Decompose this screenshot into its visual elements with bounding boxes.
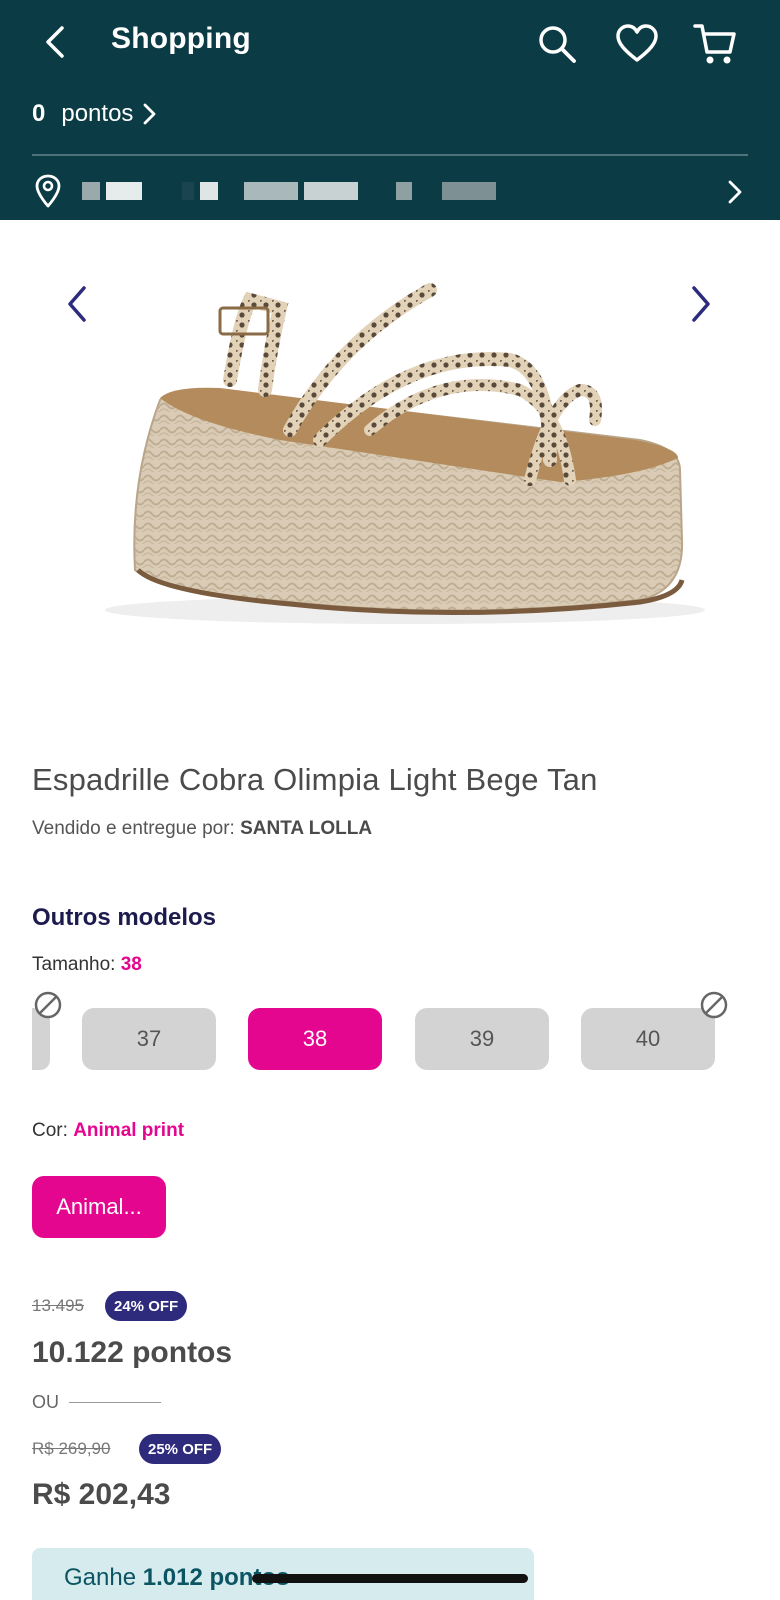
chevron-right-icon	[728, 180, 742, 204]
header-divider	[32, 154, 748, 156]
price-discount-badge: 25% OFF	[139, 1434, 222, 1464]
size-option-40[interactable]: 40	[581, 1008, 715, 1070]
color-label: Cor: Animal print	[32, 1120, 184, 1142]
or-line	[69, 1402, 161, 1403]
size-label-text: Tamanho:	[32, 954, 116, 975]
size-label: Tamanho: 38	[32, 954, 142, 976]
earn-prefix: Ganhe	[64, 1564, 137, 1591]
cart-icon[interactable]	[692, 20, 738, 68]
points-label: pontos	[61, 100, 134, 127]
old-points-price: 13.495	[32, 1296, 84, 1315]
sold-by-label: Vendido e entregue por:	[32, 818, 235, 839]
other-models-title: Outros modelos	[32, 904, 217, 931]
page-title: Shopping	[111, 22, 251, 55]
color-label-text: Cor:	[32, 1120, 68, 1141]
product-image	[105, 283, 705, 624]
chevron-right-icon	[144, 103, 156, 125]
home-indicator[interactable]	[252, 1574, 528, 1583]
size-selected-value: 38	[120, 954, 142, 975]
size-option-37[interactable]: 37	[82, 1008, 216, 1070]
location-address-redacted	[82, 182, 502, 200]
back-arrow-icon[interactable]	[34, 20, 78, 64]
old-cash-price: R$ 269,90	[32, 1439, 111, 1458]
size-option-39[interactable]: 39	[415, 1008, 549, 1070]
cash-price: R$ 202,43	[32, 1478, 171, 1511]
size-option-38[interactable]: 38	[248, 1008, 382, 1070]
product-title: Espadrille Cobra Olimpia Light Bege Tan	[32, 762, 598, 797]
product-image-carousel[interactable]	[0, 220, 780, 720]
points-price: 10.122 pontos	[32, 1336, 233, 1369]
points-value: 0	[32, 100, 46, 127]
size-options: 37 38 39 40	[0, 990, 780, 1080]
app-header: Shopping 0 pontos	[0, 0, 780, 220]
color-selected-value: Animal print	[73, 1120, 185, 1141]
or-label: OU	[32, 1392, 59, 1412]
heart-icon[interactable]	[614, 22, 660, 66]
carousel-next-icon[interactable]	[682, 280, 718, 328]
points-balance-link[interactable]: 0 pontos	[32, 96, 157, 132]
color-option-animal[interactable]: Animal...	[32, 1176, 166, 1238]
location-pin-icon	[35, 174, 61, 208]
points-discount-badge: 24% OFF	[105, 1291, 188, 1321]
or-divider: OU	[32, 1392, 161, 1413]
seller-name[interactable]: SANTA LOLLA	[240, 818, 372, 839]
seller-info: Vendido e entregue por: SANTA LOLLA	[32, 818, 372, 840]
search-icon[interactable]	[535, 22, 579, 66]
unavailable-icon	[700, 991, 728, 1019]
unavailable-icon	[34, 991, 62, 1019]
delivery-location-row[interactable]	[32, 172, 748, 212]
